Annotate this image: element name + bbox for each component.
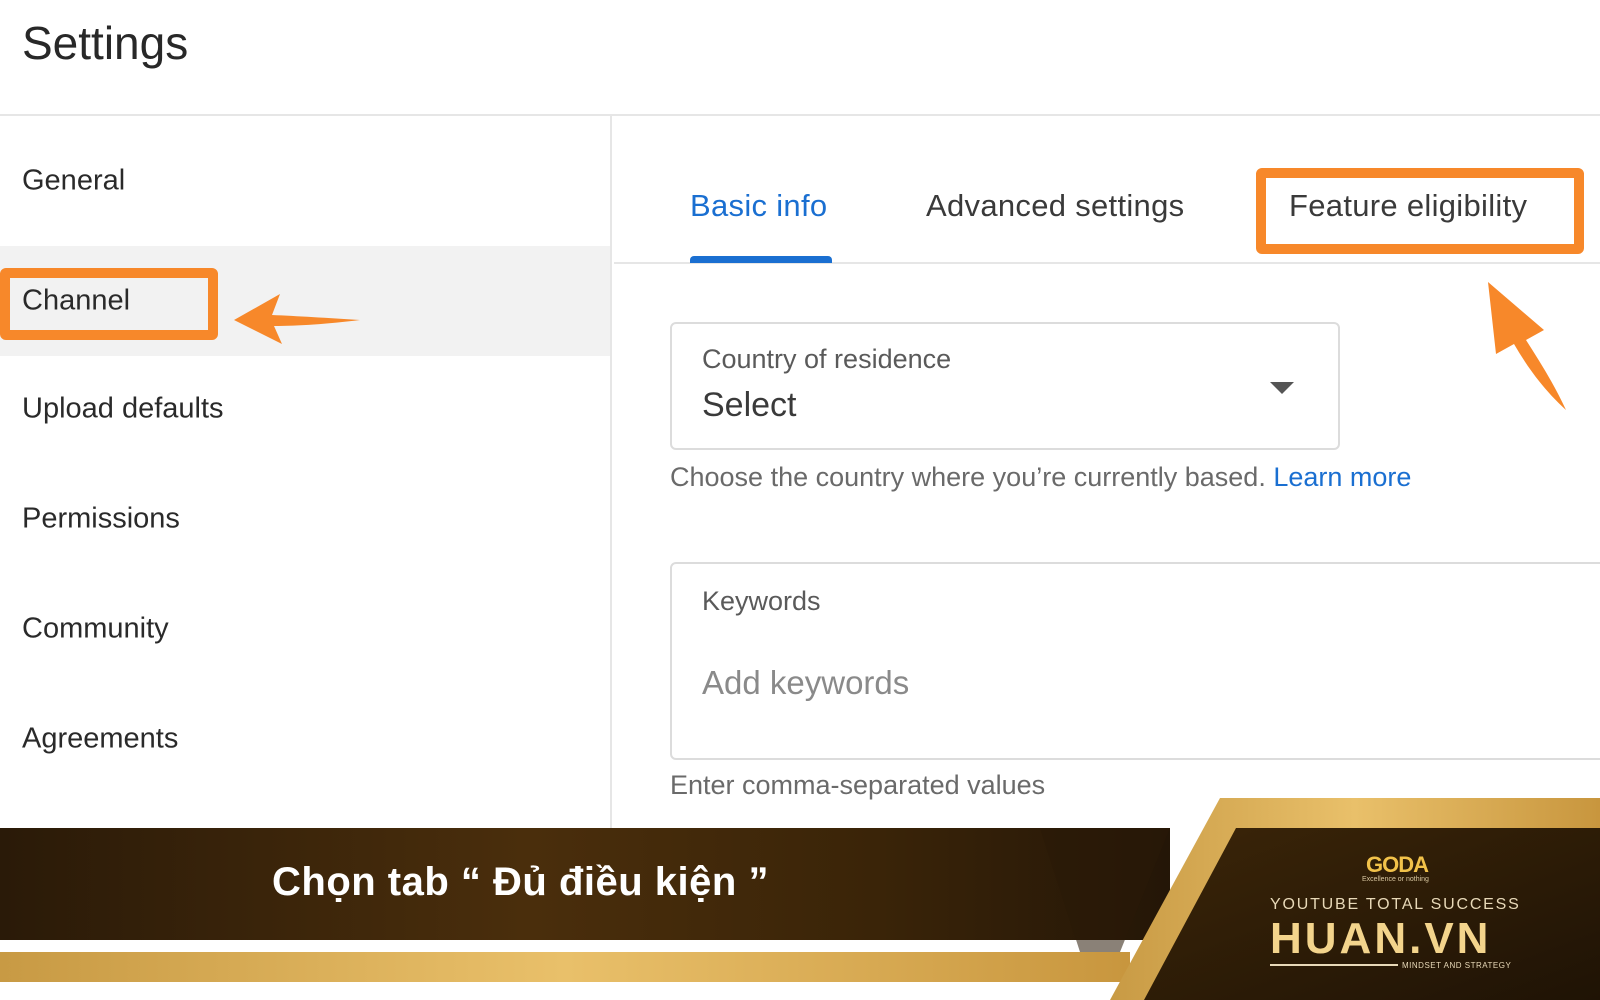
sidebar-item-community[interactable]: Community	[0, 574, 610, 684]
huan-vn-logo: GODA Excellence or nothing YOUTUBE TOTAL…	[1246, 850, 1526, 970]
banner-instruction: Chọn tab “ Đủ điều kiện ”	[272, 860, 769, 904]
sidebar-item-label: Community	[22, 612, 169, 645]
page-title: Settings	[22, 17, 189, 69]
settings-header: Settings	[0, 0, 1600, 116]
active-tab-indicator	[690, 256, 832, 263]
country-helper: Choose the country where you’re currentl…	[670, 462, 1266, 492]
sidebar-item-upload-defaults[interactable]: Upload defaults	[0, 354, 610, 464]
sidebar-item-label: Agreements	[22, 722, 179, 755]
sidebar-item-permissions[interactable]: Permissions	[0, 464, 610, 574]
brand-name: HUAN.VN	[1270, 914, 1492, 963]
sidebar-item-general[interactable]: General	[0, 126, 610, 236]
tab-basic-info[interactable]: Basic info	[690, 188, 827, 224]
country-select[interactable]: Country of residence Select	[670, 322, 1340, 450]
brand-tagline: MINDSET AND STRATEGY	[1402, 961, 1512, 970]
keywords-field-label: Keywords	[702, 586, 821, 616]
sidebar-item-agreements[interactable]: Agreements	[0, 684, 610, 794]
country-field-label: Country of residence	[702, 344, 952, 374]
goda-logo: GODA	[1366, 852, 1429, 877]
orange-arrow-icon	[234, 294, 360, 344]
brand-line1: YOUTUBE TOTAL SUCCESS	[1270, 896, 1521, 913]
learn-more-link[interactable]: Learn more	[1273, 462, 1411, 492]
settings-sidebar: General Channel Upload defaults Permissi…	[0, 116, 612, 836]
country-helper-text: Choose the country where you’re currentl…	[670, 462, 1411, 493]
country-select-value: Select	[702, 386, 797, 424]
sidebar-item-label: Permissions	[22, 502, 180, 535]
instruction-banner: Chọn tab “ Đủ điều kiện ”	[0, 828, 1170, 940]
sidebar-item-label: General	[22, 164, 126, 197]
orange-arrow-icon	[1488, 282, 1566, 410]
brand-divider	[1270, 964, 1398, 966]
triangle-down-icon	[1270, 382, 1294, 394]
tab-advanced-settings[interactable]: Advanced settings	[926, 188, 1184, 224]
goda-tagline: Excellence or nothing	[1362, 876, 1429, 883]
keywords-placeholder: Add keywords	[702, 664, 910, 701]
channel-highlight-box	[0, 268, 218, 340]
feature-eligibility-highlight-box	[1256, 168, 1584, 254]
gold-stripe	[0, 952, 1130, 982]
sidebar-item-label: Upload defaults	[22, 392, 224, 425]
keywords-input[interactable]: Keywords Add keywords	[670, 562, 1600, 760]
keywords-helper-text: Enter comma-separated values	[670, 770, 1046, 800]
